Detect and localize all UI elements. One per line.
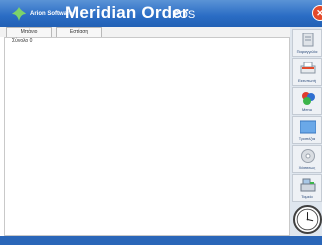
app-logo-icon (12, 7, 26, 21)
document-icon (302, 33, 314, 47)
sidebar-item-order[interactable]: Παραγγελία (292, 29, 322, 57)
order-pane (4, 37, 290, 236)
close-button[interactable]: ✕ (312, 5, 322, 21)
sidebar-item-label: Τραπέζια (298, 136, 316, 141)
sidebar-item-label: Παραγγελία (296, 49, 318, 54)
status-bar (0, 236, 322, 245)
sidebar-item-label: Ταμείο (301, 194, 313, 199)
clock-icon (293, 205, 322, 234)
app-title: Meridian Order (65, 3, 189, 22)
table-icon (300, 120, 316, 134)
sidebar-item-label: Menu (301, 107, 312, 112)
sidebar-item-tables[interactable]: Τραπέζια (292, 116, 322, 144)
order-total: Σύνολο 0 (12, 38, 33, 44)
app-title-suffix: POS (172, 9, 196, 21)
cash-register-icon (300, 178, 316, 192)
sidebar-item-cash[interactable]: Ταμείο (292, 174, 322, 202)
sidebar-item-disc[interactable]: Χάσσεως (292, 145, 322, 173)
sidebar-item-label: Χάσσεως (298, 165, 316, 170)
sidebar-item-printer[interactable]: Εκτυπωτή (292, 58, 322, 86)
sidebar-item-label: Εκτυπωτή (297, 78, 316, 83)
printer-icon (300, 62, 316, 74)
menu-balls-icon (302, 92, 315, 105)
disc-icon (301, 149, 315, 163)
sidebar-item-menu[interactable]: Menu (292, 87, 322, 115)
